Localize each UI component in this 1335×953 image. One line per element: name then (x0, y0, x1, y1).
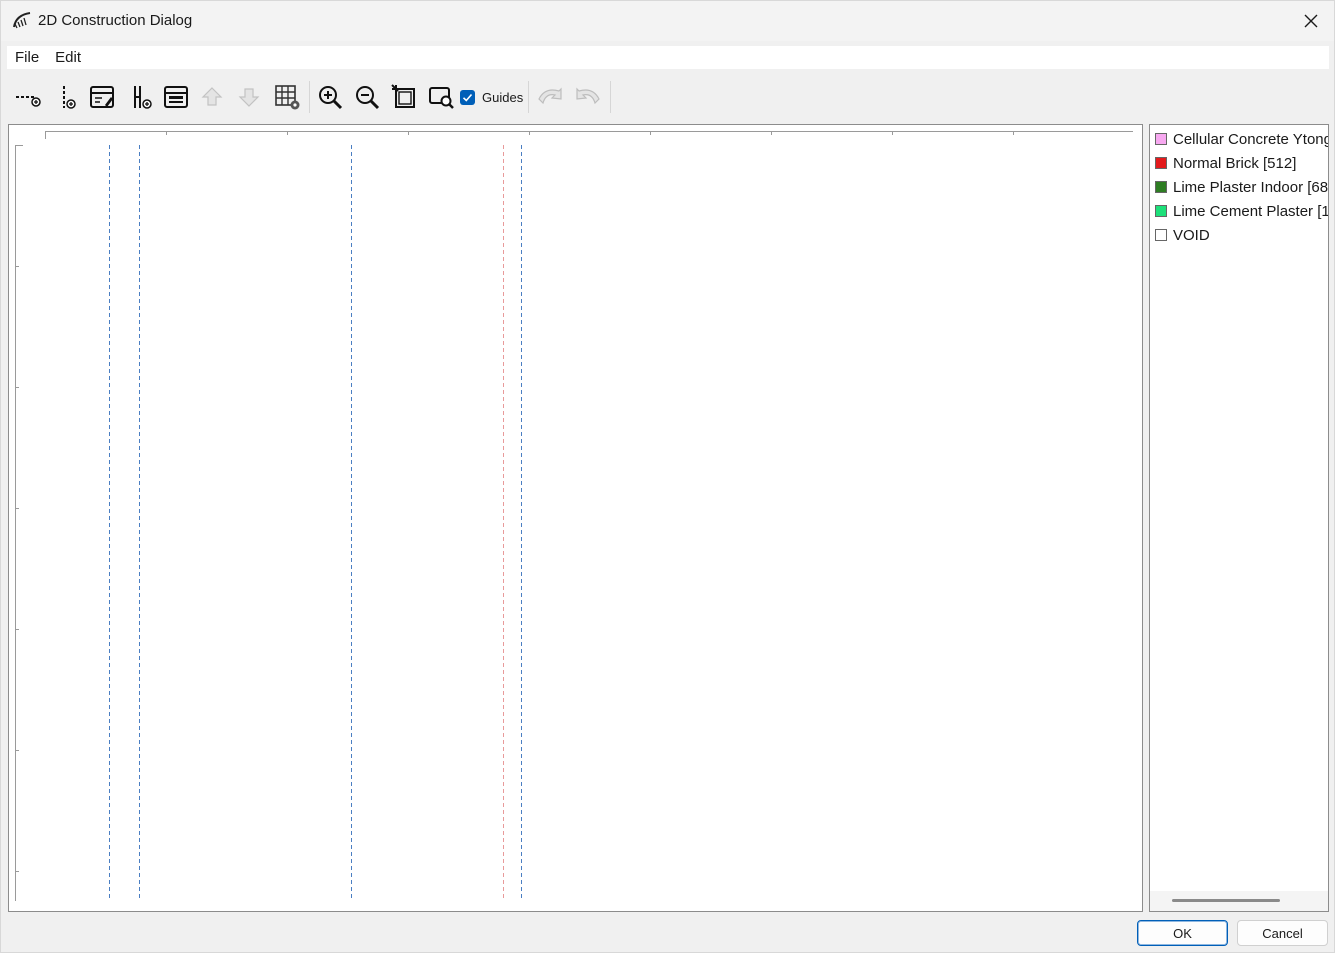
undo-icon (538, 87, 562, 105)
edit-material-button[interactable] (86, 81, 118, 113)
title-bar: 2D Construction Dialog (1, 1, 1334, 41)
edit-material-icon (90, 86, 114, 108)
cancel-button[interactable]: Cancel (1237, 920, 1328, 946)
left-ruler (15, 145, 23, 901)
zoom-fit-icon (391, 84, 415, 108)
legend-item[interactable]: Normal Brick [512] (1155, 152, 1296, 174)
zoom-in-button[interactable] (314, 81, 346, 113)
guides-label: Guides (482, 89, 524, 105)
window-title: 2D Construction Dialog (38, 12, 193, 29)
material-swatch (1155, 205, 1167, 217)
undo-button[interactable] (534, 81, 566, 113)
zoom-out-button[interactable] (351, 81, 383, 113)
dialog-window: 2D Construction Dialog File Edit Guides … (0, 0, 1335, 953)
top-ruler (45, 131, 1133, 139)
zoom-out-icon (356, 86, 380, 110)
material-legend: Cellular Concrete Ytong Normal Brick [51… (1149, 124, 1329, 912)
legend-horizontal-scrollbar[interactable] (1150, 891, 1328, 911)
toolbar-separator (610, 81, 611, 113)
grid-settings-button[interactable] (271, 81, 303, 113)
legend-item-label: Cellular Concrete Ytong (1173, 130, 1329, 148)
move-up-icon (201, 87, 223, 106)
move-up-button[interactable] (196, 81, 228, 113)
checkmark-icon (462, 93, 473, 102)
close-icon (1304, 14, 1318, 28)
material-swatch (1155, 181, 1167, 193)
legend-item[interactable]: VOID (1155, 224, 1210, 246)
legend-item-label: Lime Cement Plaster [14 (1173, 202, 1329, 220)
add-vertical-split-icon (134, 86, 152, 109)
layer-properties-icon (164, 86, 188, 108)
guides-checkbox[interactable] (460, 89, 475, 105)
construction-canvas[interactable] (8, 124, 1143, 912)
add-vertical-line-icon (63, 86, 76, 109)
material-swatch (1155, 133, 1167, 145)
add-horizontal-line-icon (16, 96, 41, 107)
move-down-icon (238, 88, 260, 107)
app-logo-icon (13, 12, 31, 29)
legend-item-label: Lime Plaster Indoor [68 (1173, 178, 1329, 196)
add-vertical-split-button[interactable] (125, 81, 157, 113)
ok-button[interactable]: OK (1137, 920, 1228, 946)
material-swatch (1155, 157, 1167, 169)
scrollbar-thumb[interactable] (1172, 899, 1280, 902)
legend-item-label: Normal Brick [512] (1173, 154, 1297, 172)
zoom-fit-button[interactable] (388, 81, 420, 113)
material-swatch (1155, 229, 1167, 241)
redo-icon (576, 87, 600, 105)
menu-file[interactable]: File (7, 46, 47, 69)
legend-item[interactable]: Lime Cement Plaster [14 (1155, 200, 1329, 222)
close-button[interactable] (1288, 1, 1334, 41)
legend-item[interactable]: Lime Plaster Indoor [68 (1155, 176, 1328, 198)
legend-item-label: VOID (1173, 226, 1210, 244)
menu-edit[interactable]: Edit (47, 46, 89, 69)
menu-bar: File Edit (7, 46, 1329, 69)
redo-button[interactable] (572, 81, 604, 113)
grid-settings-icon (275, 85, 300, 110)
legend-item[interactable]: Cellular Concrete Ytong (1155, 128, 1329, 150)
toolbar-separator (309, 81, 310, 113)
zoom-selection-button[interactable] (425, 81, 457, 113)
zoom-in-icon (319, 86, 343, 110)
guides-toggle[interactable]: Guides (460, 88, 523, 106)
toolbar-separator (528, 81, 529, 113)
add-horizontal-line-button[interactable] (12, 81, 44, 113)
zoom-selection-icon (429, 87, 454, 109)
add-vertical-line-button[interactable] (52, 81, 84, 113)
toolbar: Guides (7, 77, 1329, 117)
layer-properties-button[interactable] (160, 81, 192, 113)
move-down-button[interactable] (233, 81, 265, 113)
canvas-drawing (15, 131, 1133, 901)
